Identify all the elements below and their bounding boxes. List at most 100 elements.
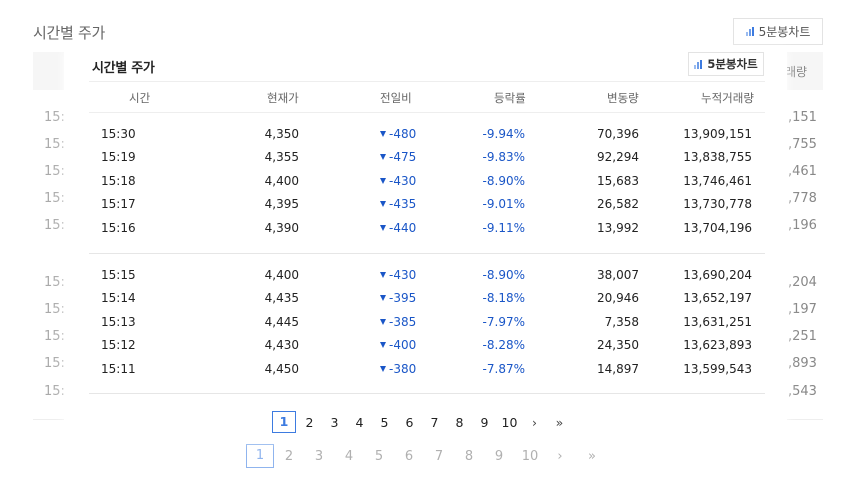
five-minute-chart-label: 5분봉차트 — [707, 57, 758, 71]
background-page-link[interactable]: 6 — [394, 449, 424, 464]
last-page-icon[interactable]: » — [547, 415, 572, 430]
page-link[interactable]: 3 — [322, 415, 347, 430]
table-row: 15:11 4,450 -380 -7.87% 14,897 13,599,54… — [64, 359, 787, 382]
table-row: 15:15 4,400 -430 -8.90% 38,007 13,690,20… — [64, 265, 787, 288]
cumulative-cell: 13,623,893 — [683, 338, 752, 352]
triangle-down-icon — [380, 342, 386, 348]
group-divider — [89, 253, 765, 254]
price-cell: 4,355 — [264, 150, 299, 164]
page-link[interactable]: 8 — [447, 415, 472, 430]
background-chart-button-label: 5분봉차트 — [758, 25, 811, 39]
page-link[interactable]: 7 — [422, 415, 447, 430]
next-page-icon[interactable]: › — [522, 415, 547, 430]
time-cell: 15:12 — [101, 338, 136, 352]
page-link[interactable]: 10 — [497, 415, 522, 430]
cumulative-cell: 13,652,197 — [683, 291, 752, 305]
diff-value: -430 — [389, 174, 417, 188]
price-cell: 4,400 — [264, 174, 299, 188]
rate-cell: -7.87% — [482, 362, 525, 376]
triangle-down-icon — [380, 225, 386, 231]
background-page-link[interactable]: 5 — [364, 449, 394, 464]
hourly-price-popup: 시간별 주가 5분봉차트 시간 현재가 전일비 등락률 변동량 누적거래량 15… — [64, 50, 787, 440]
background-time-cell: 15: — [44, 218, 65, 233]
volume-cell: 14,897 — [597, 362, 639, 376]
page-link[interactable]: 2 — [297, 415, 322, 430]
price-cell: 4,450 — [264, 362, 299, 376]
volume-cell: 92,294 — [597, 150, 639, 164]
cumulative-cell: 13,599,543 — [683, 362, 752, 376]
page-link[interactable]: 9 — [472, 415, 497, 430]
table-row: 15:12 4,430 -400 -8.28% 24,350 13,623,89… — [64, 335, 787, 358]
time-cell: 15:30 — [101, 127, 136, 141]
column-header-volume: 변동량 — [607, 91, 639, 105]
table-row: 15:14 4,435 -395 -8.18% 20,946 13,652,19… — [64, 288, 787, 311]
pagination: 1 2 3 4 5 6 7 8 9 10 › » — [272, 411, 572, 433]
bar-chart-icon — [745, 27, 754, 36]
time-cell: 15:16 — [101, 221, 136, 235]
price-cell: 4,400 — [264, 268, 299, 282]
background-chart-button[interactable]: 5분봉차트 — [733, 18, 823, 45]
page-link[interactable]: 5 — [372, 415, 397, 430]
table-row: 15:18 4,400 -430 -8.90% 15,683 13,746,46… — [64, 171, 787, 194]
rate-cell: -9.94% — [482, 127, 525, 141]
cumulative-cell: 13,730,778 — [683, 197, 752, 211]
background-cumulative-cell: ,778 — [788, 191, 817, 206]
table-header-bottom-border — [89, 112, 765, 113]
price-cell: 4,390 — [264, 221, 299, 235]
background-time-cell: 15: — [44, 356, 65, 371]
five-minute-chart-button[interactable]: 5분봉차트 — [688, 52, 764, 76]
background-column-label: 래량 — [785, 65, 808, 79]
background-last-icon[interactable]: » — [574, 449, 610, 464]
column-header-cumulative: 누적거래량 — [701, 91, 754, 105]
column-header-rate: 등락률 — [494, 91, 526, 105]
diff-value: -400 — [389, 338, 417, 352]
volume-cell: 20,946 — [597, 291, 639, 305]
background-page-link[interactable]: 7 — [424, 449, 454, 464]
time-cell: 15:15 — [101, 268, 136, 282]
triangle-down-icon — [380, 154, 386, 160]
rate-cell: -8.90% — [482, 174, 525, 188]
cumulative-cell: 13,838,755 — [683, 150, 752, 164]
diff-cell: -430 — [380, 174, 416, 188]
diff-cell: -400 — [380, 338, 416, 352]
rate-cell: -8.28% — [482, 338, 525, 352]
background-page-link[interactable]: 9 — [484, 449, 514, 464]
rate-cell: -7.97% — [482, 315, 525, 329]
price-cell: 4,350 — [264, 127, 299, 141]
volume-cell: 7,358 — [604, 315, 639, 329]
page-link[interactable]: 6 — [397, 415, 422, 430]
diff-value: -385 — [389, 315, 417, 329]
background-page-link[interactable]: 8 — [454, 449, 484, 464]
background-cumulative-cell: ,893 — [788, 356, 817, 371]
column-header-diff: 전일비 — [380, 91, 412, 105]
price-cell: 4,395 — [264, 197, 299, 211]
time-cell: 15:18 — [101, 174, 136, 188]
page-link[interactable]: 4 — [347, 415, 372, 430]
background-page-link[interactable]: 4 — [334, 449, 364, 464]
volume-cell: 38,007 — [597, 268, 639, 282]
background-cumulative-cell: ,196 — [788, 218, 817, 233]
background-title: 시간별 주가 — [33, 24, 105, 42]
table-row: 15:19 4,355 -475 -9.83% 92,294 13,838,75… — [64, 147, 787, 170]
background-next-icon[interactable]: › — [546, 449, 574, 464]
diff-cell: -380 — [380, 362, 416, 376]
cumulative-cell: 13,909,151 — [683, 127, 752, 141]
background-time-cell: 15: — [44, 384, 65, 399]
background-time-cell: 15: — [44, 110, 65, 125]
diff-value: -395 — [389, 291, 417, 305]
background-pagination: 1 2 3 4 5 6 7 8 9 10 › » — [246, 444, 610, 468]
volume-cell: 13,992 — [597, 221, 639, 235]
cumulative-cell: 13,631,251 — [683, 315, 752, 329]
background-page-link[interactable]: 10 — [514, 449, 546, 464]
diff-value: -430 — [389, 268, 417, 282]
background-page-link[interactable]: 2 — [274, 449, 304, 464]
diff-value: -435 — [389, 197, 417, 211]
background-cumulative-cell: ,543 — [788, 384, 817, 399]
page-current[interactable]: 1 — [272, 411, 296, 433]
table-header-top-border — [89, 81, 765, 82]
background-page-current[interactable]: 1 — [246, 444, 274, 468]
time-cell: 15:13 — [101, 315, 136, 329]
background-page-link[interactable]: 3 — [304, 449, 334, 464]
cumulative-cell: 13,704,196 — [683, 221, 752, 235]
triangle-down-icon — [380, 272, 386, 278]
